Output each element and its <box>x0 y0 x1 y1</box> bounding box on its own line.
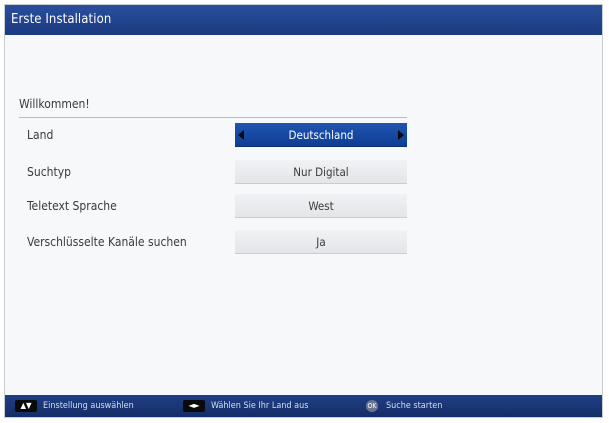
setting-row-teletext[interactable]: Teletext Sprache West <box>19 194 411 218</box>
setting-label-encrypted: Verschlüsselte Kanäle suchen <box>27 235 187 249</box>
welcome-heading: Willkommen! <box>19 97 90 111</box>
setting-label-suchtyp: Suchtyp <box>27 165 71 179</box>
footer-hint-bar: ▲▼ Einstellung auswählen ◄► Wählen Sie I… <box>5 395 602 417</box>
country-value: Deutschland <box>288 128 354 142</box>
search-type-selector[interactable]: Nur Digital <box>235 160 407 184</box>
up-down-icon: ▲▼ <box>15 400 37 412</box>
left-right-icon: ◄► <box>183 400 205 412</box>
arrow-left-icon[interactable] <box>238 130 244 140</box>
setting-label-teletext: Teletext Sprache <box>27 199 117 213</box>
ok-icon: OK <box>366 400 378 412</box>
setting-row-suchtyp[interactable]: Suchtyp Nur Digital <box>19 160 411 184</box>
encrypted-channels-selector[interactable]: Ja <box>235 230 407 254</box>
encrypted-channels-value: Ja <box>316 235 326 249</box>
teletext-language-value: West <box>308 199 334 213</box>
hint-text-select-setting: Einstellung auswählen <box>43 401 134 411</box>
country-selector[interactable]: Deutschland <box>235 123 407 147</box>
search-type-value: Nur Digital <box>293 165 349 179</box>
setting-row-encrypted[interactable]: Verschlüsselte Kanäle suchen Ja <box>19 230 411 254</box>
first-installation-window: Erste Installation Willkommen! Land Deut… <box>4 4 603 418</box>
teletext-language-selector[interactable]: West <box>235 194 407 218</box>
arrow-right-icon[interactable] <box>398 130 404 140</box>
hint-text-start-search: Suche starten <box>386 401 443 411</box>
welcome-divider <box>19 117 407 118</box>
hint-text-select-country: Wählen Sie Ihr Land aus <box>211 401 309 411</box>
setting-row-land[interactable]: Land Deutschland <box>19 123 411 147</box>
setting-label-land: Land <box>27 128 54 142</box>
settings-panel: Willkommen! Land Deutschland Suchtyp Nur… <box>5 35 602 397</box>
window-title: Erste Installation <box>5 5 602 35</box>
